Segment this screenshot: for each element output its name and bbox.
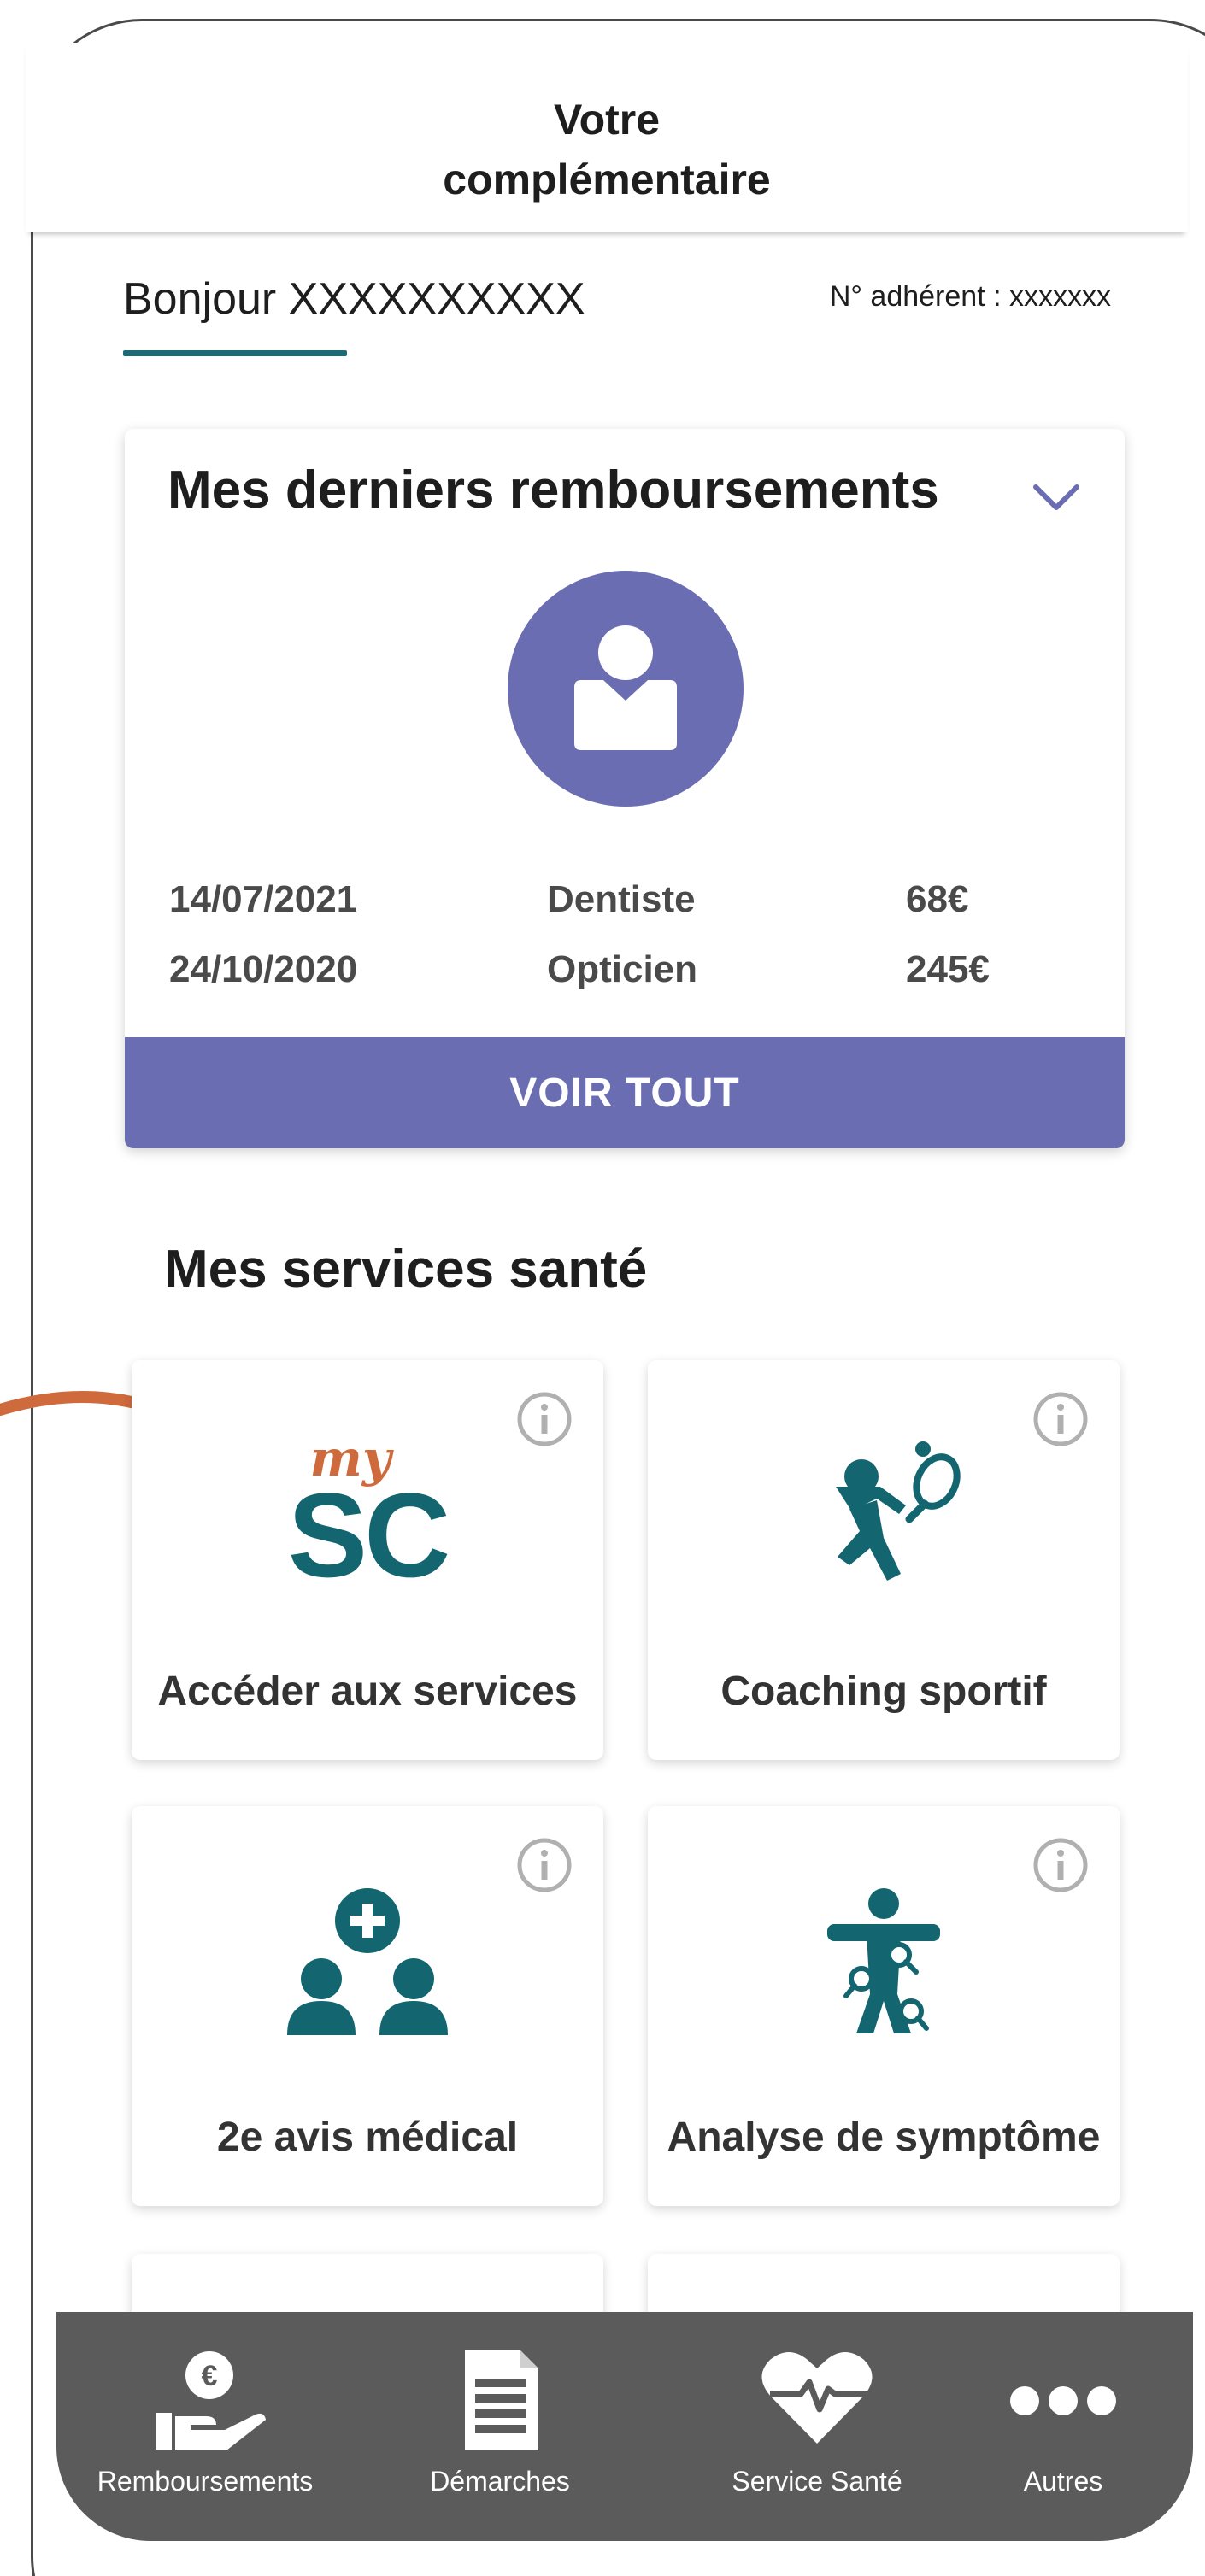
reimbursement-amount: 245€: [906, 948, 990, 990]
service-tile-second-opinion[interactable]: 2e avis médical: [132, 1806, 603, 2206]
service-label: Accéder aux services: [157, 1669, 578, 1714]
mysc-logo-icon: my SC: [282, 1434, 453, 1602]
medical-second-opinion-icon: [287, 1888, 448, 2035]
nav-label: Démarches: [430, 2466, 570, 2497]
info-icon[interactable]: [516, 1837, 573, 1893]
user-icon: [574, 625, 677, 750]
reimbursements-title: Mes derniers remboursements: [168, 461, 939, 519]
nav-label: Service Santé: [732, 2466, 902, 2497]
info-icon[interactable]: [1032, 1837, 1089, 1893]
nav-label: Autres: [1023, 2466, 1103, 2497]
service-tile-access[interactable]: my SC Accéder aux services: [132, 1360, 603, 1760]
app-header: Votre complémentaire: [26, 43, 1188, 232]
nav-label: Remboursements: [97, 2466, 314, 2497]
nav-item-demarches[interactable]: Démarches: [393, 2312, 607, 2541]
heart-pulse-icon: [761, 2352, 873, 2444]
tennis-player-icon: [836, 1441, 961, 1581]
reimbursement-category: Opticien: [547, 948, 698, 990]
hand-euro-icon: €: [156, 2351, 266, 2450]
symptom-analysis-icon: [827, 1888, 940, 2033]
document-icon: [465, 2350, 538, 2450]
nav-item-autres[interactable]: Autres: [978, 2312, 1149, 2541]
chevron-down-icon[interactable]: [1031, 472, 1082, 523]
bottom-nav: € Remboursements Démarches Service Santé: [56, 2312, 1193, 2541]
reimbursement-row[interactable]: 24/10/2020 Opticien 245€: [169, 935, 1084, 1005]
greeting-text: Bonjour XXXXXXXXXX: [123, 274, 585, 324]
view-all-button[interactable]: VOIR TOUT: [125, 1037, 1125, 1148]
greeting-underline: [123, 350, 347, 356]
reimbursement-amount: 68€: [906, 878, 969, 920]
service-label: Analyse de symptôme: [667, 2115, 1101, 2160]
logo-sc-text: SC: [287, 1468, 450, 1602]
reimbursement-category: Dentiste: [547, 878, 696, 920]
service-label: 2e avis médical: [216, 2115, 519, 2160]
nav-item-service-sante[interactable]: Service Santé: [689, 2312, 945, 2541]
info-icon[interactable]: [1032, 1391, 1089, 1447]
info-icon[interactable]: [516, 1391, 573, 1447]
reimbursements-card: Mes derniers remboursements 14/07/2021 D…: [125, 429, 1125, 1148]
reimbursement-row[interactable]: 14/07/2021 Dentiste 68€: [169, 865, 1084, 935]
reimbursement-list: 14/07/2021 Dentiste 68€ 24/10/2020 Optic…: [169, 865, 1084, 1005]
header-title-line2: complémentaire: [443, 155, 771, 203]
nav-item-remboursements[interactable]: € Remboursements: [77, 2312, 333, 2541]
service-tile-coaching[interactable]: Coaching sportif: [648, 1360, 1120, 1760]
avatar: [508, 571, 744, 807]
svg-text:€: €: [202, 2360, 218, 2392]
service-tile-symptom[interactable]: Analyse de symptôme: [648, 1806, 1120, 2206]
more-dots-icon: [1010, 2386, 1116, 2415]
service-label: Coaching sportif: [720, 1669, 1047, 1714]
services-title: Mes services santé: [164, 1240, 648, 1299]
member-number: N° adhérent : xxxxxxx: [829, 280, 1111, 313]
reimbursement-date: 24/10/2020: [169, 948, 358, 990]
reimbursement-date: 14/07/2021: [169, 878, 358, 920]
header-title-line1: Votre: [553, 96, 661, 144]
